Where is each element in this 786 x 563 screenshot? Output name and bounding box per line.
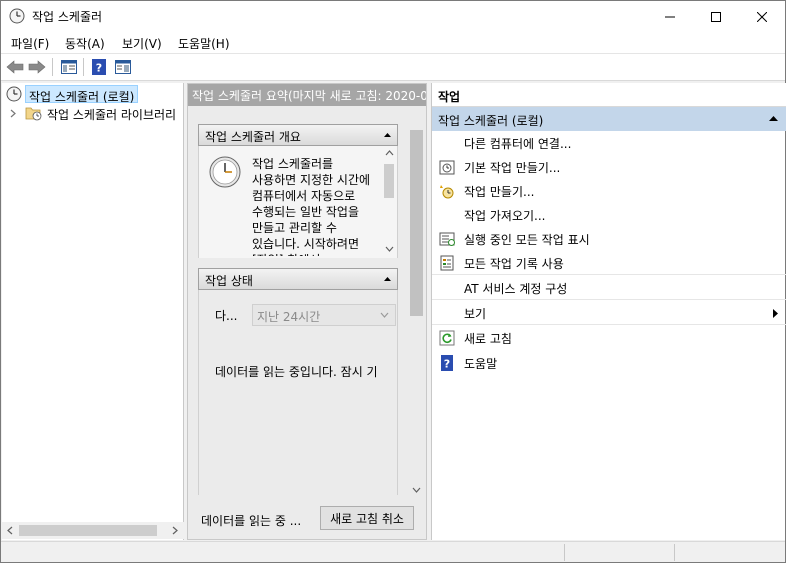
tree-item-library[interactable]: 작업 스케줄러 라이브러리 <box>2 104 184 123</box>
close-icon <box>757 11 767 22</box>
action-refresh[interactable]: 새로 고침 <box>432 326 786 350</box>
tree-item-root[interactable]: 작업 스케줄러 (로컬) <box>2 85 184 104</box>
maximize-icon <box>711 11 721 22</box>
scroll-up-icon[interactable] <box>385 150 394 156</box>
help-icon: ? <box>441 355 453 371</box>
minimize-icon <box>665 16 675 17</box>
minimize-button[interactable] <box>647 1 693 32</box>
summary-pane: 작업 스케줄러 요약(마지막 새로 고침: 2020-0 작업 스케줄러 개요 … <box>187 83 427 540</box>
scroll-thumb[interactable] <box>19 525 157 536</box>
forward-button[interactable] <box>27 57 47 77</box>
action-enable-history[interactable]: 모든 작업 기록 사용 <box>432 251 786 275</box>
overview-scrollbar[interactable] <box>382 150 396 256</box>
collapse-icon[interactable] <box>769 116 778 121</box>
console-tree-icon <box>61 60 77 74</box>
history-icon <box>440 255 454 271</box>
toolbar-separator <box>52 58 53 76</box>
tree-root-label: 작업 스케줄러 (로컬) <box>25 85 139 104</box>
back-arrow-icon <box>6 60 24 74</box>
chevron-down-icon <box>380 312 389 318</box>
action-pane-icon <box>115 60 131 74</box>
clock-icon <box>6 86 22 102</box>
back-button[interactable] <box>5 57 25 77</box>
status-filter-select[interactable]: 지난 24시간 <box>252 304 396 326</box>
chevron-right-icon[interactable] <box>10 109 16 118</box>
scroll-thumb[interactable] <box>410 130 423 316</box>
maximize-button[interactable] <box>693 1 739 32</box>
menu-view[interactable]: 보기(V) <box>122 35 162 52</box>
menu-action[interactable]: 동작(A) <box>65 35 105 52</box>
overview-section-header[interactable]: 작업 스케줄러 개요 <box>198 124 398 146</box>
show-tree-button[interactable] <box>59 57 79 77</box>
action-create-task[interactable]: 작업 만들기... <box>432 179 786 203</box>
status-loading-text: 데이터를 읽는 중입니다. 잠시 기 <box>215 365 378 379</box>
show-action-pane-button[interactable] <box>113 57 133 77</box>
collapse-icon[interactable] <box>384 133 391 137</box>
status-section-header[interactable]: 작업 상태 <box>198 268 398 290</box>
submenu-arrow-icon <box>773 309 778 318</box>
scroll-left-icon[interactable] <box>7 526 13 535</box>
actions-pane: 작업 작업 스케줄러 (로컬) 다른 컴퓨터에 연결... 기본 작업 만들기.… <box>431 83 786 540</box>
status-separator <box>674 544 675 561</box>
close-button[interactable] <box>739 1 785 32</box>
status-body: 다... 지난 24시간 데이터를 읽는 중입니다. 잠시 기 <box>198 290 398 495</box>
status-title: 작업 상태 <box>205 274 253 288</box>
overview-title: 작업 스케줄러 개요 <box>205 130 301 144</box>
help-button[interactable]: ? <box>89 57 109 77</box>
clock-icon <box>9 8 25 24</box>
action-help[interactable]: ? 도움말 <box>432 351 786 375</box>
status-filter-value: 지난 24시간 <box>257 310 321 324</box>
status-bar <box>1 541 785 562</box>
scroll-right-icon[interactable] <box>172 526 178 535</box>
menu-file[interactable]: 파일(F) <box>11 35 49 52</box>
tree-horizontal-scrollbar[interactable] <box>2 522 184 539</box>
actions-title: 작업 <box>432 83 786 107</box>
action-view[interactable]: 보기 <box>432 301 786 325</box>
running-tasks-icon <box>439 232 455 246</box>
menu-help[interactable]: 도움말(H) <box>178 35 230 52</box>
create-task-icon <box>440 185 454 199</box>
window-title: 작업 스케줄러 <box>32 10 103 24</box>
help-icon: ? <box>92 59 106 75</box>
summary-scrollbar[interactable] <box>408 130 425 500</box>
refresh-icon <box>439 330 455 346</box>
overview-body: 작업 스케줄러를 사용하면 지정한 시간에 컴퓨터에서 자동으로 수행되는 일반… <box>198 146 398 258</box>
basic-task-icon <box>439 160 455 175</box>
title-bar: 작업 스케줄러 <box>1 1 785 32</box>
status-separator <box>564 544 565 561</box>
overview-text: 작업 스케줄러를 사용하면 지정한 시간에 컴퓨터에서 자동으로 수행되는 일반… <box>252 157 371 256</box>
action-configure-at-account[interactable]: AT 서비스 계정 구성 <box>432 276 786 300</box>
folder-clock-icon <box>25 107 42 121</box>
summary-header: 작업 스케줄러 요약(마지막 새로 고침: 2020-0 <box>188 84 426 106</box>
toolbar-separator <box>83 58 84 76</box>
scroll-down-icon[interactable] <box>385 246 394 252</box>
scroll-down-icon[interactable] <box>412 487 421 493</box>
toolbar: ? <box>1 54 785 81</box>
svg-text:?: ? <box>444 358 450 371</box>
cancel-refresh-button[interactable]: 새로 고침 취소 <box>320 506 414 530</box>
action-show-running-tasks[interactable]: 실행 중인 모든 작업 표시 <box>432 227 786 251</box>
actions-group-title: 작업 스케줄러 (로컬) <box>438 114 544 128</box>
action-import-task[interactable]: 작업 가져오기... <box>432 203 786 227</box>
svg-text:?: ? <box>96 62 102 75</box>
status-filter-label: 다... <box>215 309 238 323</box>
forward-arrow-icon <box>28 60 46 74</box>
app-window: 작업 스케줄러 파일(F) 동작(A) 보기(V) 도움말(H) ? 작업 스케… <box>0 0 786 563</box>
clock-icon <box>209 156 241 188</box>
collapse-icon[interactable] <box>384 277 391 281</box>
action-connect[interactable]: 다른 컴퓨터에 연결... <box>432 131 786 155</box>
bottom-loading-text: 데이터를 읽는 중 ... <box>201 514 302 528</box>
console-tree: 작업 스케줄러 (로컬) 작업 스케줄러 라이브러리 <box>2 83 184 540</box>
action-create-basic-task[interactable]: 기본 작업 만들기... <box>432 155 786 179</box>
scroll-thumb[interactable] <box>384 164 394 198</box>
tree-library-label: 작업 스케줄러 라이브러리 <box>47 108 177 122</box>
actions-group-header[interactable]: 작업 스케줄러 (로컬) <box>432 107 786 131</box>
menu-bar: 파일(F) 동작(A) 보기(V) 도움말(H) <box>1 32 785 54</box>
